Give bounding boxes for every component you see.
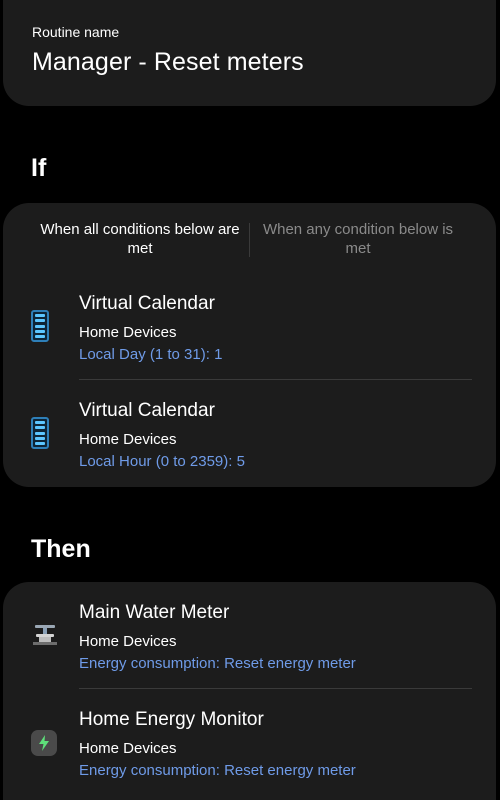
action-detail: Energy consumption: Reset energy meter <box>79 762 356 779</box>
then-section-title: Then <box>31 535 91 563</box>
condition-item-1[interactable]: Virtual Calendar Home Devices Local Day … <box>3 293 496 393</box>
action-title: Home Energy Monitor <box>79 709 264 730</box>
condition-detail: Local Day (1 to 31): 1 <box>79 346 223 363</box>
action-location: Home Devices <box>79 740 177 757</box>
actions-card: Main Water Meter Home Devices Energy con… <box>3 582 496 800</box>
when-all-conditions-option[interactable]: When all conditions below are met <box>31 220 249 258</box>
condition-location: Home Devices <box>79 324 177 341</box>
energy-monitor-icon <box>31 730 59 764</box>
conditions-card: When all conditions below are met When a… <box>3 203 496 487</box>
action-item-2[interactable]: Home Energy Monitor Home Devices Energy … <box>3 709 496 800</box>
condition-detail: Local Hour (0 to 2359): 5 <box>79 453 245 470</box>
action-separator <box>79 688 472 689</box>
condition-title: Virtual Calendar <box>79 293 215 314</box>
water-meter-icon <box>31 622 59 656</box>
condition-separator <box>79 379 472 380</box>
when-any-condition-option[interactable]: When any condition below is met <box>249 220 467 258</box>
condition-item-2[interactable]: Virtual Calendar Home Devices Local Hour… <box>3 400 496 500</box>
if-section-title: If <box>31 154 47 182</box>
virtual-calendar-icon <box>31 310 59 344</box>
routine-name-label: Routine name <box>32 24 120 40</box>
energy-monitor-icon-graphic <box>31 730 57 756</box>
routine-name-value[interactable]: Manager - Reset meters <box>32 48 304 77</box>
condition-mode-toggle: When all conditions below are met When a… <box>3 220 496 262</box>
water-meter-icon-graphic <box>33 625 57 645</box>
lightning-bolt-icon <box>39 735 49 751</box>
condition-location: Home Devices <box>79 431 177 448</box>
routine-editor: Routine name Manager - Reset meters If W… <box>0 0 500 800</box>
action-item-1[interactable]: Main Water Meter Home Devices Energy con… <box>3 602 496 702</box>
virtual-calendar-icon <box>31 417 59 451</box>
routine-name-card[interactable]: Routine name Manager - Reset meters <box>3 0 496 106</box>
action-location: Home Devices <box>79 633 177 650</box>
virtual-calendar-icon-graphic <box>31 310 49 342</box>
action-detail: Energy consumption: Reset energy meter <box>79 655 356 672</box>
condition-title: Virtual Calendar <box>79 400 215 421</box>
virtual-calendar-icon-graphic <box>31 417 49 449</box>
action-title: Main Water Meter <box>79 602 230 623</box>
